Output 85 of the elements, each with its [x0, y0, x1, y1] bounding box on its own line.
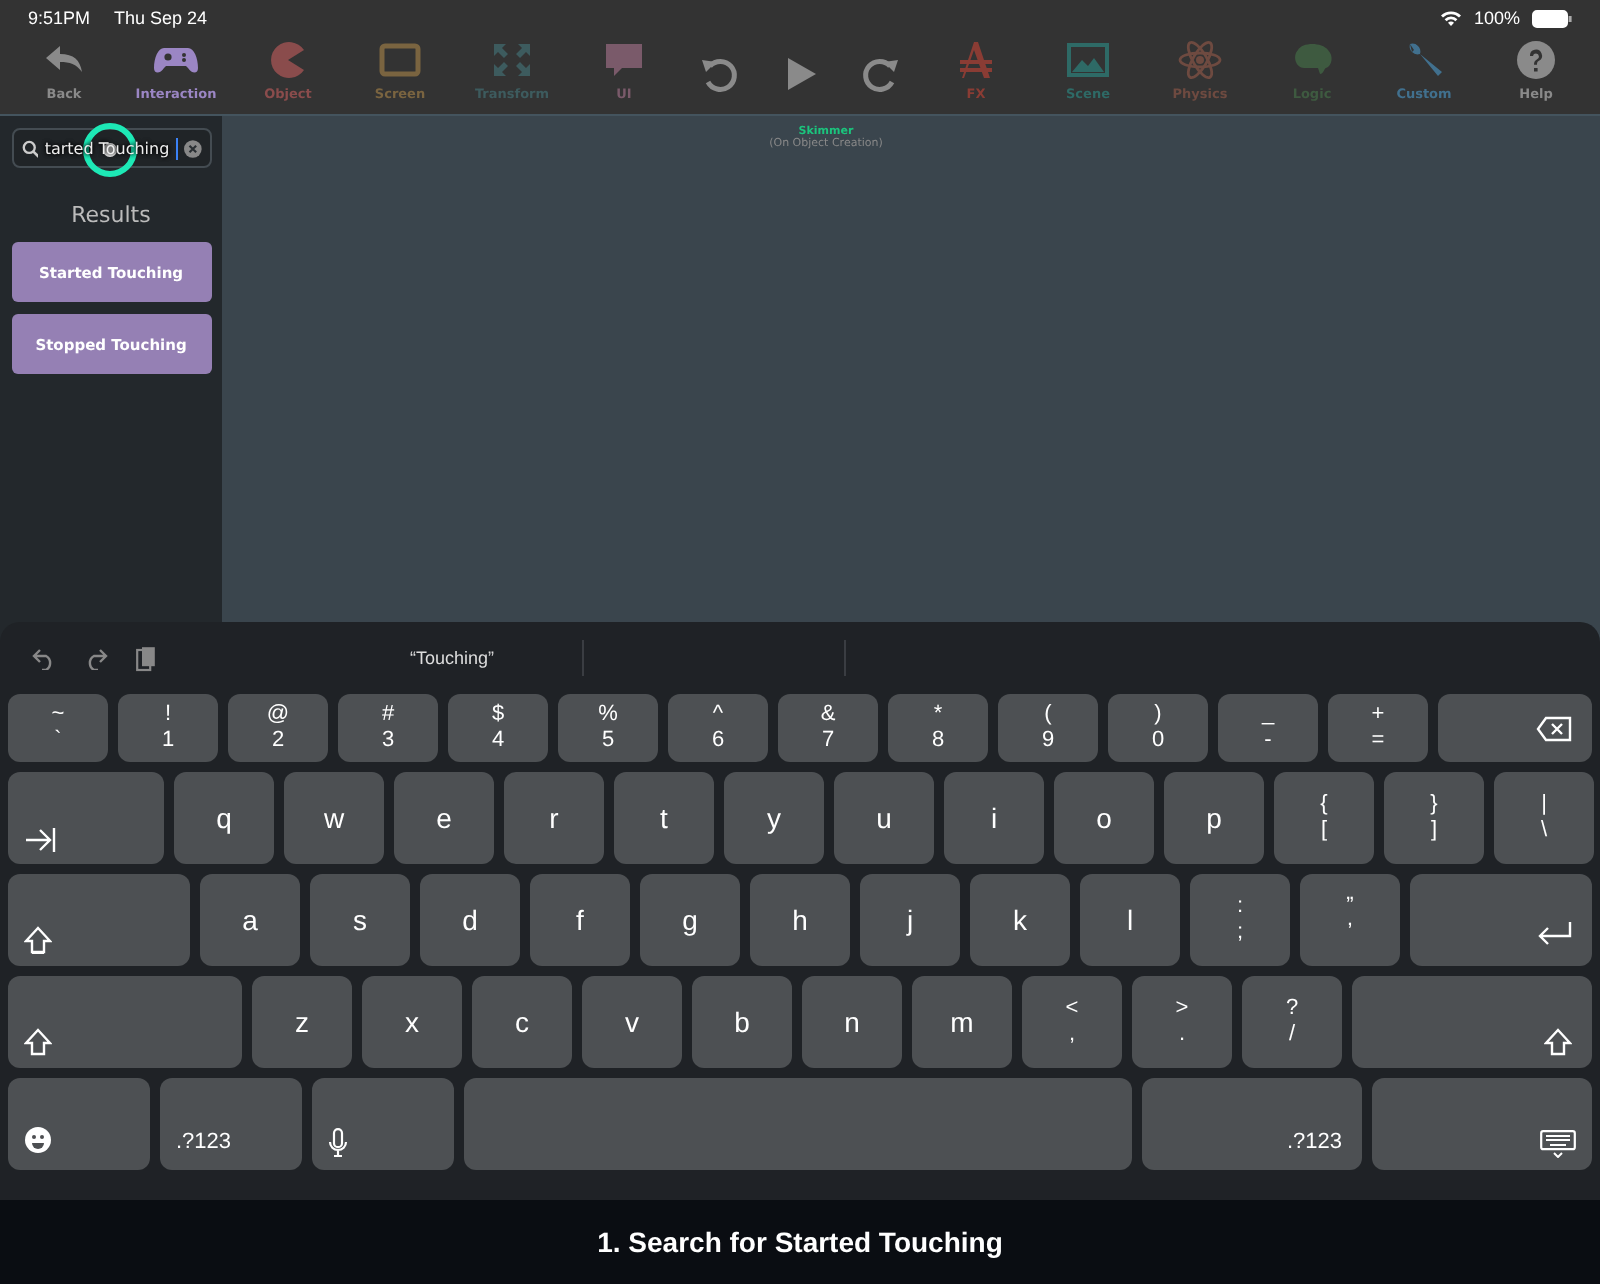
wifi-icon [1439, 10, 1462, 26]
undo-icon [698, 54, 742, 94]
key[interactable]: @ 2 [228, 694, 328, 762]
fx-icon [954, 40, 998, 80]
key[interactable]: ~ ` [8, 694, 108, 762]
key[interactable]: > . [1132, 976, 1232, 1068]
key[interactable]: $ 4 [448, 694, 548, 762]
key[interactable]: ” ’ [1300, 874, 1400, 966]
key[interactable]: s [310, 874, 410, 966]
key[interactable]: ( 9 [998, 694, 1098, 762]
key[interactable]: f [530, 874, 630, 966]
key[interactable]: t [614, 772, 714, 864]
key[interactable]: ^ 6 [668, 694, 768, 762]
caption: 1. Search for Started Touching [0, 1200, 1600, 1284]
key[interactable]: m [912, 976, 1012, 1068]
key[interactable]: a [200, 874, 300, 966]
suggestion[interactable]: “Touching” [332, 648, 572, 668]
key[interactable]: o [1054, 772, 1154, 864]
clear-icon[interactable] [183, 139, 201, 157]
key[interactable]: g [640, 874, 740, 966]
key[interactable]: j [860, 874, 960, 966]
image-icon [1066, 40, 1110, 80]
search-icon [21, 139, 39, 157]
numbers-key[interactable]: .?123 [1142, 1078, 1362, 1170]
tablet-icon [378, 40, 422, 80]
key[interactable]: e [394, 772, 494, 864]
key[interactable]: ? / [1242, 976, 1342, 1068]
battery-percent: 100% [1473, 8, 1520, 28]
status-date: Thu Sep 24 [114, 8, 208, 28]
key[interactable]: q [174, 772, 274, 864]
backspace-key[interactable] [1438, 694, 1592, 762]
key[interactable]: r [504, 772, 604, 864]
key[interactable]: u [834, 772, 934, 864]
key[interactable]: # 3 [338, 694, 438, 762]
redo-icon [858, 54, 902, 94]
status-time: 9:51PM [28, 8, 91, 28]
expand-icon [490, 40, 534, 80]
clipboard-icon[interactable] [136, 645, 156, 671]
hide-keyboard-icon [1540, 1130, 1576, 1158]
key[interactable]: % 5 [558, 694, 658, 762]
key[interactable]: w [284, 772, 384, 864]
key[interactable]: h [750, 874, 850, 966]
key[interactable]: + = [1328, 694, 1428, 762]
key[interactable]: & 7 [778, 694, 878, 762]
key[interactable]: | \ [1494, 772, 1594, 864]
key[interactable]: v [582, 976, 682, 1068]
key[interactable]: p [1164, 772, 1264, 864]
key[interactable]: _ - [1218, 694, 1318, 762]
key[interactable]: : ; [1190, 874, 1290, 966]
emoji-key[interactable] [8, 1078, 150, 1170]
brain-icon [1290, 40, 1334, 80]
key[interactable]: * 8 [888, 694, 988, 762]
key[interactable]: b [692, 976, 792, 1068]
backspace-icon [1536, 715, 1572, 741]
hide-key[interactable] [1372, 1078, 1592, 1170]
microphone-icon [328, 1128, 348, 1158]
key[interactable]: c [472, 976, 572, 1068]
key[interactable]: l [1080, 874, 1180, 966]
key[interactable]: x [362, 976, 462, 1068]
tab-icon [24, 828, 56, 852]
shift-icon [1544, 1028, 1572, 1056]
redo-icon[interactable] [84, 647, 108, 669]
results-heading: Results [71, 202, 151, 228]
speech-bubble-icon [602, 40, 646, 80]
shift-icon [24, 1028, 52, 1056]
key[interactable]: ! 1 [118, 694, 218, 762]
key[interactable]: d [420, 874, 520, 966]
key[interactable]: y [724, 772, 824, 864]
return-icon [1536, 922, 1572, 946]
emoji-icon [24, 1126, 52, 1154]
key[interactable]: z [252, 976, 352, 1068]
shift-icon [24, 926, 52, 954]
key[interactable]: i [944, 772, 1044, 864]
pacman-icon [266, 40, 310, 80]
key[interactable]: } ] [1384, 772, 1484, 864]
key[interactable]: k [970, 874, 1070, 966]
numbers-key[interactable]: .?123 [160, 1078, 302, 1170]
help-icon [1514, 40, 1558, 80]
key[interactable]: { [ [1274, 772, 1374, 864]
atom-icon [1178, 40, 1222, 80]
key[interactable]: ) 0 [1108, 694, 1208, 762]
key[interactable]: n [802, 976, 902, 1068]
undo-icon[interactable] [32, 647, 56, 669]
battery-icon [1532, 9, 1572, 27]
key[interactable]: < , [1022, 976, 1122, 1068]
